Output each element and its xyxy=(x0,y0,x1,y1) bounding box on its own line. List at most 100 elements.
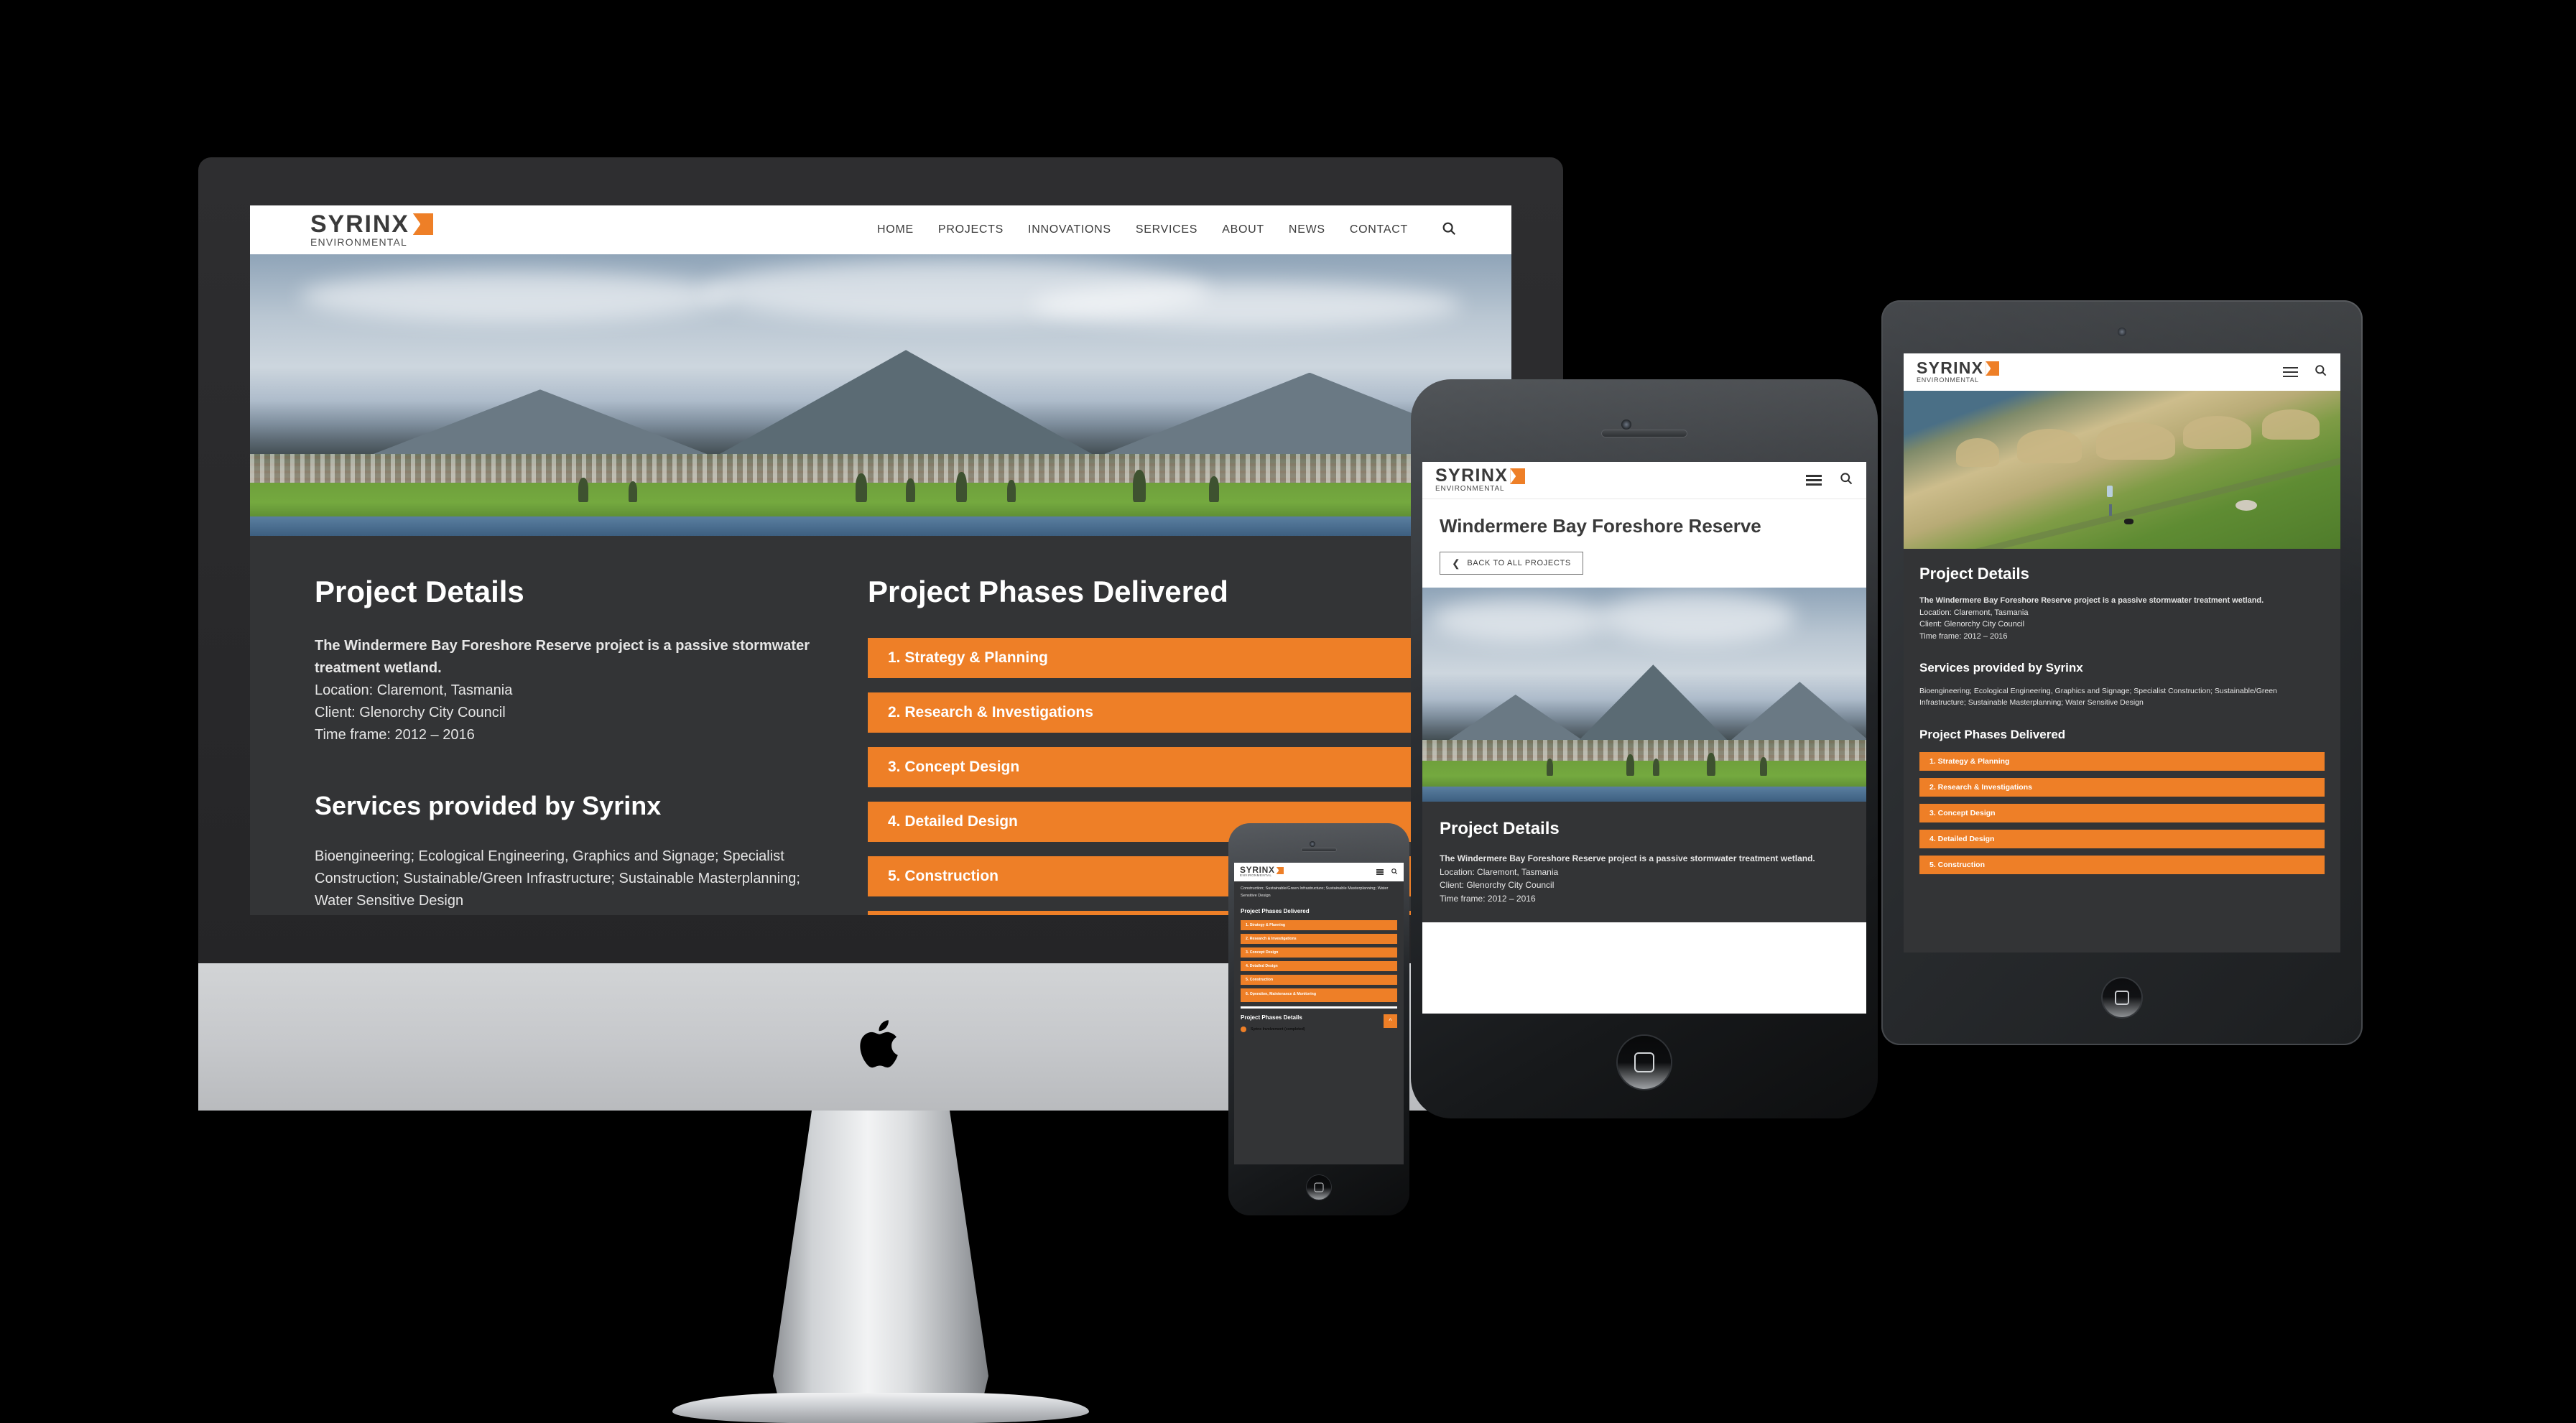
grass-tuft xyxy=(1955,438,1999,467)
tree-row xyxy=(1422,748,1866,777)
dog-figure xyxy=(2124,519,2134,525)
phase-item-6[interactable]: 6. Operation, Maintenance & Monitoring xyxy=(1241,988,1397,1002)
project-details-column: Project Details The Windermere Bay Fores… xyxy=(315,575,817,915)
grass-tuft xyxy=(2261,409,2320,440)
phase-item-2[interactable]: 2. Research & Investigations xyxy=(1919,777,2325,797)
phase-item-4[interactable]: 4. Detailed Design xyxy=(1919,829,2325,848)
project-timeframe: Time frame: 2012 – 2016 xyxy=(1440,893,1536,904)
project-details-heading: Project Details xyxy=(315,575,524,608)
logo-chevron-icon xyxy=(1510,468,1526,484)
phase-item-3[interactable]: 3. Concept Design xyxy=(1919,803,2325,822)
phase-item-1[interactable]: 1. Strategy & Planning xyxy=(868,638,1447,678)
nav-item-projects[interactable]: PROJECTS xyxy=(938,223,1004,236)
logo-subtitle: ENVIRONMENTAL xyxy=(1917,376,1979,384)
phase-label: 4. Detailed Design xyxy=(1246,963,1278,968)
logo-wordmark: SYRINX xyxy=(1917,358,1984,378)
nav-item-news[interactable]: NEWS xyxy=(1289,223,1325,236)
phase-label: 5. Construction xyxy=(888,868,999,884)
phase-item-3[interactable]: 3. Concept Design xyxy=(868,747,1447,787)
ipad-home-button[interactable] xyxy=(2103,978,2141,1017)
phases-heading: Project Phases Delivered xyxy=(1241,907,1310,914)
hamburger-icon[interactable] xyxy=(1806,473,1822,488)
mobile-hero-image xyxy=(1422,588,1866,802)
water-shape xyxy=(1422,787,1866,802)
phase-item-1[interactable]: 1. Strategy & Planning xyxy=(1241,919,1397,930)
logo-subtitle: ENVIRONMENTAL xyxy=(1435,484,1505,493)
tree-row xyxy=(250,465,1511,502)
mobile-header-actions xyxy=(1806,471,1853,489)
nav-item-services[interactable]: SERVICES xyxy=(1136,223,1197,236)
site-logo[interactable]: SYRINX ENVIRONMENTAL xyxy=(1435,465,1526,493)
iphone-camera-icon xyxy=(1621,420,1631,430)
mobile-title-block: Windermere Bay Foreshore Reserve ❮ BACK … xyxy=(1422,499,1866,588)
apple-logo xyxy=(859,1019,902,1071)
logo-chevron-icon xyxy=(1276,866,1284,874)
phase-item-3[interactable]: 3. Concept Design xyxy=(1241,947,1397,958)
back-button-label: BACK TO ALL PROJECTS xyxy=(1467,559,1571,567)
phase-label: 4. Detailed Design xyxy=(1929,834,1995,843)
phase-item-1[interactable]: 1. Strategy & Planning xyxy=(1919,751,2325,771)
search-icon[interactable] xyxy=(1839,471,1853,489)
legend-row: Syrinx Involvement (completed) xyxy=(1241,1026,1379,1032)
phase-item-2[interactable]: 2. Research & Investigations xyxy=(1241,933,1397,944)
logo-subtitle: ENVIRONMENTAL xyxy=(310,236,408,249)
imac-screen: SYRINX ENVIRONMENTAL HOME PROJECTS INNOV… xyxy=(250,205,1511,915)
ipad-camera-icon xyxy=(2118,328,2126,336)
back-to-all-projects-button[interactable]: ❮ BACK TO ALL PROJECTS xyxy=(1440,552,1583,575)
iphone-small-home-button[interactable] xyxy=(1307,1175,1331,1200)
project-timeframe: Time frame: 2012 – 2016 xyxy=(1919,631,2008,641)
tablet-header: SYRINX ENVIRONMENTAL xyxy=(1904,353,2340,391)
nav-item-contact[interactable]: CONTACT xyxy=(1350,223,1408,236)
nav-item-about[interactable]: ABOUT xyxy=(1222,223,1264,236)
phase-details-block: Project Phases Details Syrinx Involvemen… xyxy=(1241,1014,1397,1032)
desktop-nav: HOME PROJECTS INNOVATIONS SERVICES ABOUT… xyxy=(877,221,1494,240)
nav-item-innovations[interactable]: INNOVATIONS xyxy=(1028,223,1111,236)
iphone-home-button[interactable] xyxy=(1618,1036,1671,1089)
grass-tuft xyxy=(2183,416,2252,450)
mobile-small-header: SYRINX ENVIRONMENTAL xyxy=(1234,863,1404,881)
phase-item-4[interactable]: 4. Detailed Design xyxy=(1241,960,1397,971)
project-details-lead: The Windermere Bay Foreshore Reserve pro… xyxy=(1440,853,1815,863)
phase-label: 3. Concept Design xyxy=(1246,950,1279,955)
nav-item-home[interactable]: HOME xyxy=(877,223,914,236)
legend-label: Syrinx Involvement (completed) xyxy=(1251,1026,1305,1032)
phase-item-5[interactable]: 5. Construction xyxy=(1241,974,1397,985)
project-details-heading: Project Details xyxy=(1440,819,1560,838)
site-logo[interactable]: SYRINX ENVIRONMENTAL xyxy=(1240,866,1284,878)
tablet-hero-image xyxy=(1904,391,2340,549)
phase-label: 2. Research & Investigations xyxy=(888,704,1093,720)
tablet-header-actions xyxy=(2283,363,2327,381)
project-timeframe: Time frame: 2012 – 2016 xyxy=(315,727,475,743)
services-heading: Services provided by Syrinx xyxy=(315,791,662,820)
logo-chevron-icon xyxy=(1986,361,2000,376)
logo-wordmark: SYRINX xyxy=(1435,465,1509,486)
mobile-small-content: Construction; Sustainable/Green Infrastr… xyxy=(1234,881,1404,1032)
site-logo[interactable]: SYRINX ENVIRONMENTAL xyxy=(310,212,433,249)
hamburger-icon[interactable] xyxy=(2283,364,2298,380)
project-details-lead: The Windermere Bay Foreshore Reserve pro… xyxy=(1919,596,2264,605)
project-location: Location: Claremont, Tasmania xyxy=(1919,608,2029,617)
search-icon[interactable] xyxy=(1441,221,1457,240)
chevron-left-icon: ❮ xyxy=(1452,557,1461,569)
phase-item-5[interactable]: 5. Construction xyxy=(1919,855,2325,874)
site-logo[interactable]: SYRINX ENVIRONMENTAL xyxy=(1917,358,2000,384)
search-icon[interactable] xyxy=(1391,866,1398,879)
page-title: Windermere Bay Foreshore Reserve xyxy=(1440,515,1761,537)
tablet-site: SYRINX ENVIRONMENTAL Project Details The… xyxy=(1904,353,2340,952)
phase-label: 6. Operation, Maintenance & Monitoring xyxy=(1246,992,1316,997)
phase-label: 5. Construction xyxy=(1929,860,1986,869)
phase-label: 3. Concept Design xyxy=(1929,808,1996,817)
scroll-to-top-button[interactable]: ^ xyxy=(1384,1014,1397,1028)
hamburger-icon[interactable] xyxy=(1376,868,1384,876)
project-location: Location: Claremont, Tasmania xyxy=(315,682,513,698)
phase-item-2[interactable]: 2. Research & Investigations xyxy=(868,692,1447,733)
mobile-small-header-actions xyxy=(1376,866,1398,879)
search-icon[interactable] xyxy=(2314,363,2327,381)
phase-label: 1. Strategy & Planning xyxy=(888,649,1048,666)
grass-tuft xyxy=(2017,428,2082,463)
project-client: Client: Glenorchy City Council xyxy=(1440,880,1555,891)
ipad-screen: SYRINX ENVIRONMENTAL Project Details The… xyxy=(1904,353,2340,952)
phases-heading: Project Phases Delivered xyxy=(1919,727,2066,741)
phases-heading: Project Phases Delivered xyxy=(868,575,1228,608)
walker-figure xyxy=(2106,486,2113,497)
